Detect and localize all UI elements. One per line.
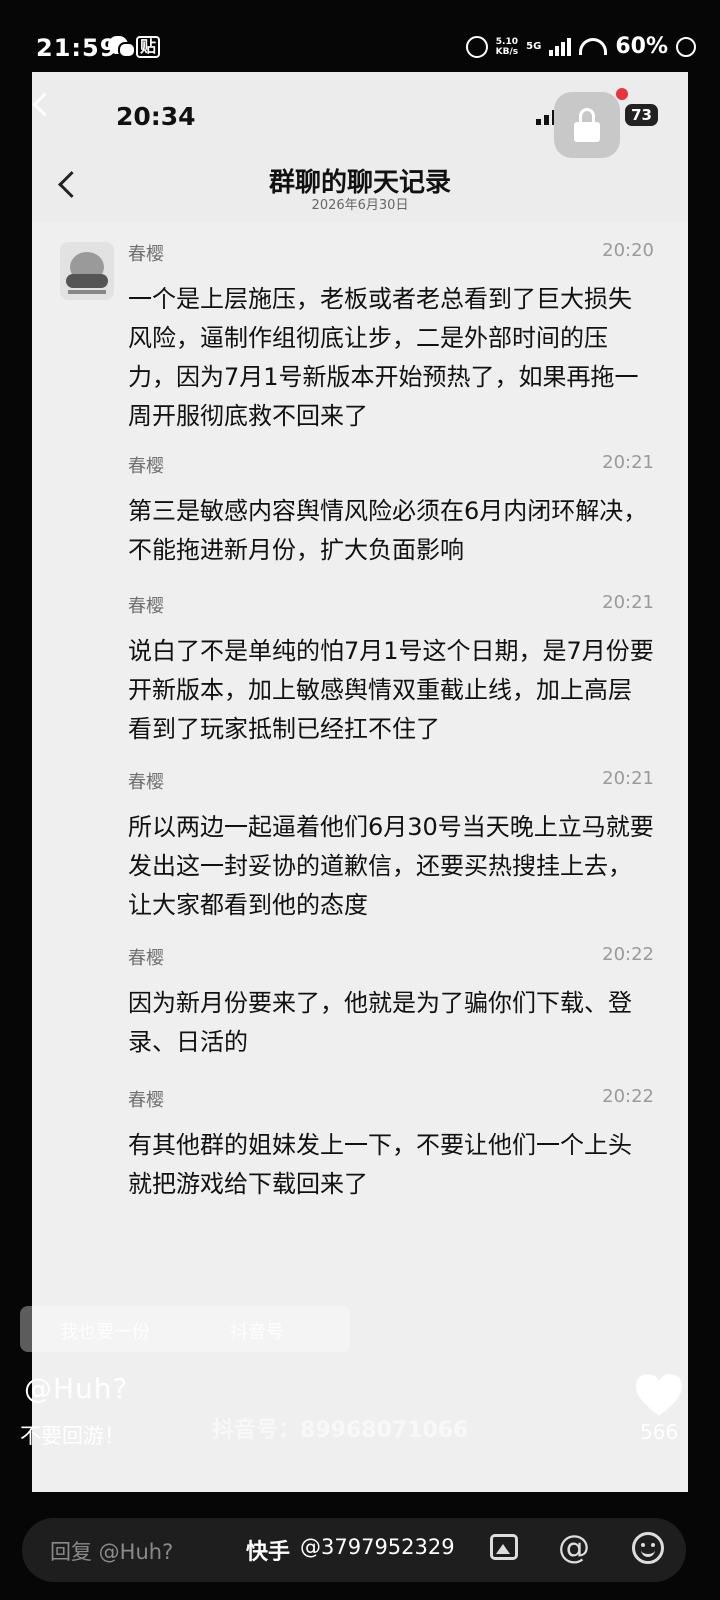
message-item: 春樱 20:21 第三是敏感内容舆情风险必须在6月内闭环解决，不能拖进新月份，扩… bbox=[128, 452, 654, 570]
wifi-icon bbox=[579, 38, 608, 55]
kuaishou-logo: 快手 bbox=[246, 1540, 291, 1565]
mention-icon[interactable]: @ bbox=[558, 1528, 590, 1566]
comment-author[interactable]: @Huh? bbox=[24, 1372, 128, 1405]
message-sender: 春樱 bbox=[128, 948, 164, 969]
message-sender: 春樱 bbox=[128, 244, 164, 265]
message-time: 20:21 bbox=[602, 768, 654, 789]
message-text: 一个是上层施压，老板或者老总看到了巨大损失风险，逼制作组彻底让步，二是外部时间的… bbox=[128, 285, 639, 430]
reply-input[interactable]: 回复 @Huh? bbox=[50, 1536, 240, 1566]
message-item: 春樱 20:22 因为新月份要来了，他就是为了骗你们下载、登录、日活的 bbox=[128, 944, 654, 1062]
alarm-icon bbox=[465, 35, 488, 58]
message-text: 说白了不是单纯的怕7月1号这个日期，是7月份要开新版本，加上敏感舆情双重截止线，… bbox=[128, 637, 654, 743]
signal-icon bbox=[549, 37, 572, 56]
message-text: 有其他群的姐妹发上一下，不要让他们一个上头就把游戏给下载回来了 bbox=[128, 1131, 632, 1198]
message-item: 春樱 20:20 一个是上层施压，老板或者老总看到了巨大损失风险，逼制作组彻底让… bbox=[128, 240, 654, 436]
net-speed-value: 5.10 bbox=[495, 36, 519, 47]
avatar[interactable] bbox=[60, 242, 114, 300]
inner-battery: 73 bbox=[625, 104, 658, 126]
message-item: 春樱 20:21 所以两边一起逼着他们6月30号当天晚上立马就要发出这一封妥协的… bbox=[128, 768, 654, 925]
message-item: 春樱 20:22 有其他群的姐妹发上一下，不要让他们一个上头就把游戏给下载回来了 bbox=[128, 1086, 654, 1204]
emoji-icon[interactable] bbox=[632, 1532, 664, 1564]
comment-suggestion-bar[interactable]: 我也要一份 抖音号 bbox=[20, 1306, 350, 1352]
message-sender: 春樱 bbox=[128, 456, 164, 477]
net-speed: 5.10 KB/s bbox=[496, 37, 518, 57]
kuaishou-user-id: @3797952329 bbox=[300, 1535, 455, 1559]
notification-icons: 贴 bbox=[108, 36, 161, 58]
suggestion-left[interactable]: 我也要一份 bbox=[60, 1318, 150, 1344]
message-sender: 春樱 bbox=[128, 596, 164, 617]
message-sender: 春樱 bbox=[128, 772, 164, 793]
comment-text: 不要回游！ bbox=[20, 1424, 125, 1448]
like-count: 566 bbox=[640, 1420, 679, 1444]
page-date: 2026年6月30日 bbox=[311, 198, 409, 213]
back-icon[interactable] bbox=[32, 92, 57, 117]
chat-record-screenshot: 20:34 73 群聊的聊天记录 2026年6月30日 春樱 20:20 一个是… bbox=[32, 72, 688, 1492]
message-time: 20:21 bbox=[602, 592, 654, 613]
network-type: 5G bbox=[526, 41, 542, 52]
message-time: 20:20 bbox=[602, 240, 654, 261]
message-sender: 春樱 bbox=[128, 1090, 164, 1111]
message-time: 20:22 bbox=[602, 1086, 654, 1107]
reply-bar: 回复 @Huh? 快手 @3797952329 @ bbox=[22, 1518, 686, 1582]
net-speed-unit: KB/s bbox=[495, 46, 519, 57]
tieba-icon: 贴 bbox=[136, 36, 161, 58]
battery-percent: 60% bbox=[615, 34, 668, 59]
message-text: 所以两边一起逼着他们6月30号当天晚上立马就要发出这一封妥协的道歉信，还要买热搜… bbox=[128, 813, 654, 919]
status-right-icons: 5.10 KB/s 5G 60% bbox=[465, 34, 696, 59]
douyin-watermark: 抖音号：89968071066 bbox=[212, 1418, 469, 1443]
message-time: 20:21 bbox=[602, 452, 654, 473]
suggestion-right[interactable]: 抖音号 bbox=[230, 1318, 284, 1344]
inner-status-time: 20:34 bbox=[116, 102, 196, 131]
lock-button[interactable] bbox=[554, 92, 620, 158]
message-time: 20:22 bbox=[602, 944, 654, 965]
message-text: 因为新月份要来了，他就是为了骗你们下载、登录、日活的 bbox=[128, 989, 632, 1056]
image-icon[interactable] bbox=[490, 1534, 518, 1560]
message-item: 春樱 20:21 说白了不是单纯的怕7月1号这个日期，是7月份要开新版本，加上敏… bbox=[128, 592, 654, 749]
heart-icon[interactable] bbox=[634, 1372, 684, 1418]
wechat-icon bbox=[108, 36, 136, 58]
notification-dot bbox=[616, 88, 628, 100]
message-text: 第三是敏感内容舆情风险必须在6月内闭环解决，不能拖进新月份，扩大负面影响 bbox=[128, 497, 648, 564]
battery-icon bbox=[676, 36, 696, 57]
status-time: 21:59 bbox=[36, 34, 118, 62]
